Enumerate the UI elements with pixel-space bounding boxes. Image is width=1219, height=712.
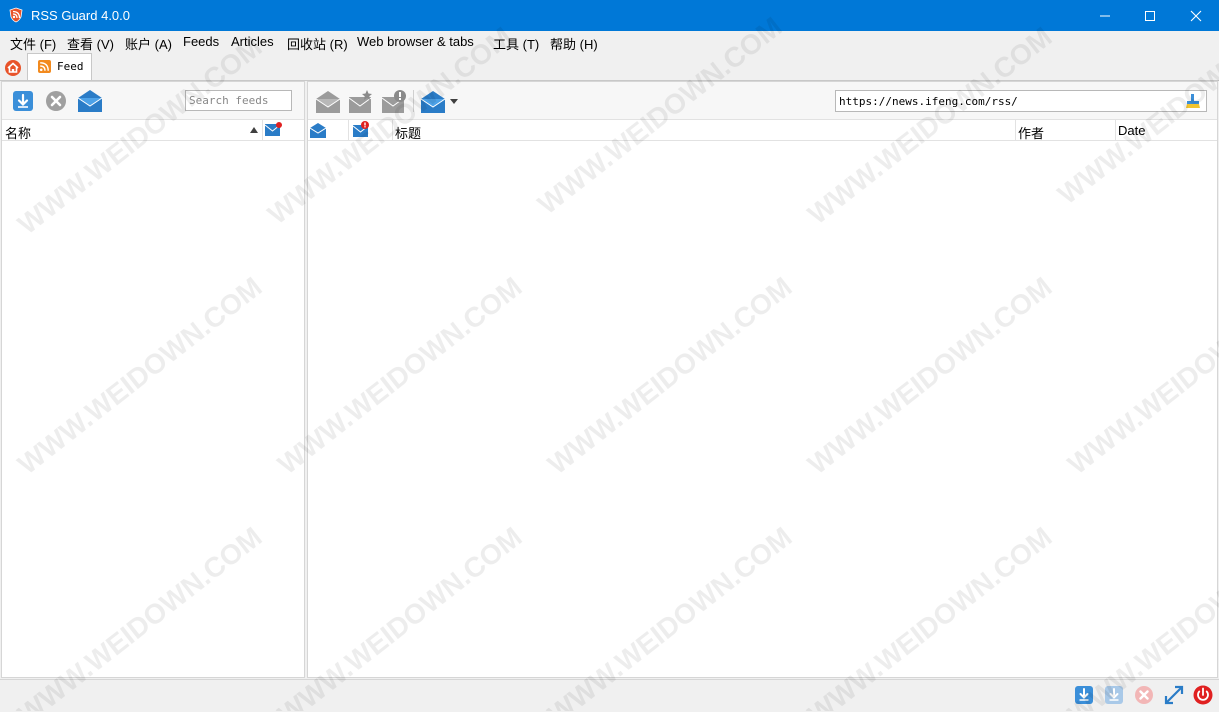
status-bar [0,679,1219,712]
tab-feed-label: Feed [57,60,84,73]
mark-article-read-button[interactable] [315,89,341,115]
articles-panel: 标题 作者 Date [307,81,1218,678]
menu-web-browser[interactable]: Web browser & tabs [357,34,474,49]
feeds-toolbar [2,82,304,119]
column-header-title[interactable]: 标题 [395,123,421,142]
menu-view[interactable]: 查看 (V) [67,34,114,53]
column-header-name[interactable]: 名称 [5,123,31,142]
quit-button[interactable] [1193,685,1213,705]
mark-unread-icon [420,91,446,113]
column-separator[interactable] [348,120,349,140]
mark-article-starred-button[interactable] [348,89,374,115]
column-separator[interactable] [262,120,263,140]
menu-file[interactable]: 文件 (F) [10,34,56,53]
mark-read-icon [77,90,103,112]
chevron-down-icon [450,99,458,104]
update-feeds-button[interactable] [12,90,34,112]
menu-bar: 文件 (F) 查看 (V) 账户 (A) Feeds Articles 回收站 … [0,31,1219,54]
stop-button[interactable] [45,90,67,112]
unread-count-column-icon [265,122,282,136]
stop-update-icon [1135,686,1153,704]
quit-icon [1193,685,1213,705]
update-feeds-icon [13,91,33,111]
fullscreen-button[interactable] [1164,685,1184,705]
update-all-icon [1075,686,1093,704]
menu-tools[interactable]: 工具 (T) [493,34,539,53]
menu-articles[interactable]: Articles [231,34,274,49]
mark-starred-icon [348,90,372,113]
url-input[interactable] [835,90,1207,112]
tab-feed[interactable]: Feed [27,53,92,80]
menu-accounts[interactable]: 账户 (A) [125,34,172,53]
articles-list-header: 标题 作者 Date [308,119,1217,141]
home-tab-button[interactable] [3,58,23,78]
update-all-button[interactable] [1074,685,1094,705]
search-feeds-input[interactable] [185,90,292,111]
close-icon [1190,10,1202,21]
update-selected-icon [1105,686,1123,704]
tab-bar: Feed [0,53,1219,81]
minimize-icon [1100,15,1110,16]
mark-unread-menu-button[interactable] [420,89,460,115]
app-logo-icon [8,7,24,23]
articles-toolbar [308,82,1217,119]
title-bar[interactable]: RSS Guard 4.0.0 [0,0,1219,31]
mark-read-icon [315,91,341,113]
column-header-author[interactable]: 作者 [1018,123,1044,142]
sort-ascending-icon [250,127,258,133]
menu-recycle-bin[interactable]: 回收站 (R) [287,34,348,53]
column-separator[interactable] [1015,120,1016,140]
update-selected-button[interactable] [1104,685,1124,705]
stop-icon [46,91,66,111]
column-header-date[interactable]: Date [1118,123,1145,138]
column-separator[interactable] [392,120,393,140]
maximize-button[interactable] [1127,0,1173,31]
minimize-button[interactable] [1082,0,1128,31]
menu-feeds[interactable]: Feeds [183,34,219,49]
fullscreen-icon [1164,685,1184,705]
feeds-list-header: 名称 [2,119,304,141]
window-title: RSS Guard 4.0.0 [31,8,130,23]
menu-help[interactable]: 帮助 (H) [550,34,598,53]
mark-read-button[interactable] [77,88,103,114]
stop-update-button[interactable] [1134,685,1154,705]
read-status-column-icon[interactable] [310,123,326,138]
broom-icon [1186,94,1200,108]
toolbar-separator [413,90,414,112]
important-column-icon[interactable] [353,121,370,138]
mark-article-important-button[interactable] [381,89,407,115]
close-button[interactable] [1173,0,1219,31]
home-icon [5,60,21,76]
feeds-panel: 名称 [1,81,305,678]
maximize-icon [1145,10,1155,21]
clear-url-button[interactable] [1185,93,1201,109]
mark-important-icon [381,90,406,113]
column-separator[interactable] [1115,120,1116,140]
rss-icon [38,60,51,73]
